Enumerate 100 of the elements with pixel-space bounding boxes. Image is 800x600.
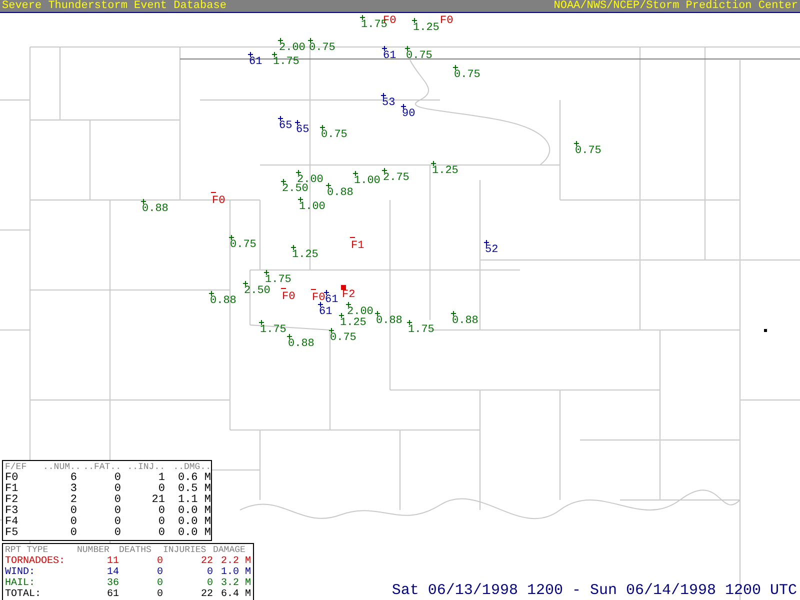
plus-marker-icon: [318, 302, 323, 307]
plus-marker-icon: [326, 183, 331, 188]
table-cell-text: 0: [156, 556, 163, 567]
table-cell-text: HAIL:: [5, 578, 36, 589]
plus-marker-icon: [324, 290, 329, 295]
table-cell-text: 36: [106, 578, 119, 589]
table-cell-text: 2.2 M: [220, 556, 251, 567]
tornado-marker-icon: [350, 237, 355, 238]
table-cell-text: 0: [157, 506, 165, 517]
table-cell-text: 2: [69, 495, 77, 506]
table-cell-text: 1.1 M: [176, 495, 211, 506]
hail-report-label: 0.75: [454, 70, 480, 81]
table-cell-text: 0: [69, 506, 77, 517]
plus-marker-icon: [382, 46, 387, 51]
plus-marker-icon: [308, 38, 313, 43]
plus-marker-icon: [229, 235, 234, 240]
table-cell-text: 0: [206, 578, 213, 589]
plus-marker-icon: [574, 141, 579, 146]
plus-marker-icon: [339, 313, 344, 318]
column-header: ..NUM..: [43, 462, 77, 472]
time-period-label: Sat 06/13/1998 1200 - Sun 06/14/1998 1200 UTC: [392, 582, 797, 599]
wind-report-label: 61: [383, 51, 396, 62]
plus-marker-icon: [382, 168, 387, 173]
table-cell-text: 0: [113, 528, 121, 539]
table-cell-text: 0: [113, 517, 121, 528]
table-cell-text: F0: [5, 473, 20, 484]
table-cell-text: 11: [106, 556, 119, 567]
table-cell-text: 0.0 M: [176, 506, 211, 517]
table-cell-text: 0: [113, 495, 121, 506]
plus-marker-icon: [264, 270, 269, 275]
hail-report-label: 0.75: [575, 146, 602, 157]
table-cell-text: 0.5 M: [176, 484, 211, 495]
hail-report-label: 1.75: [260, 325, 286, 336]
hail-report-label: 0.88: [210, 296, 236, 307]
source-label: NOAA/NWS/NCEP/Storm Prediction Center: [554, 0, 798, 12]
table-cell-text: 21: [150, 495, 165, 506]
table-cell-text: 0: [69, 528, 77, 539]
table-cell-text: 0: [157, 517, 165, 528]
plus-marker-icon: [320, 125, 325, 130]
hail-report-label: 2.50: [282, 184, 308, 195]
plus-marker-icon: [278, 38, 283, 43]
table-cell-text: 0: [157, 528, 165, 539]
table-cell-text: 0.6 M: [176, 473, 211, 484]
table-cell-text: 0: [113, 484, 121, 495]
plus-marker-icon: [272, 52, 277, 57]
plus-marker-icon: [453, 65, 458, 70]
tornado-marker-icon: [341, 285, 346, 290]
plus-marker-icon: [346, 302, 351, 307]
hail-report-label: 0.88: [288, 339, 314, 350]
column-header: F/EF: [5, 462, 28, 472]
hail-report-label: 1.25: [340, 318, 366, 329]
table-cell-text: F3: [5, 506, 20, 517]
hail-report-label: 2.50: [244, 286, 270, 297]
tornado-report-label: F0: [282, 292, 296, 303]
hail-report-label: 2.75: [383, 173, 410, 184]
plus-marker-icon: [405, 46, 410, 51]
hail-report-label: 1.75: [408, 325, 434, 336]
hail-report-label: 0.88: [327, 188, 354, 199]
plus-marker-icon: [407, 320, 412, 325]
plus-marker-icon: [209, 291, 214, 296]
table-cell-text: F4: [5, 517, 20, 528]
tornado-report-label: F0: [312, 293, 326, 304]
plus-marker-icon: [353, 171, 358, 176]
hail-report-label: 2.00: [347, 307, 374, 318]
plus-marker-icon: [243, 281, 248, 286]
tornado-report-label: F0: [212, 196, 226, 207]
table-cell-text: 3.2 M: [220, 578, 251, 589]
column-header: RPT TYPE: [5, 545, 50, 556]
hail-report-label: 0.75: [309, 43, 336, 54]
wind-report-label: 65: [279, 121, 292, 132]
hail-report-label: 1.25: [413, 23, 440, 34]
wind-report-label: 65: [296, 125, 310, 136]
plus-marker-icon: [248, 52, 253, 57]
wind-report-label: 61: [319, 307, 332, 318]
plus-marker-icon: [295, 120, 300, 125]
plus-marker-icon: [298, 197, 303, 202]
hail-report-label: 0.88: [142, 204, 168, 215]
tornado-report-label: F0: [440, 16, 454, 27]
table-cell-text: 22: [200, 556, 213, 567]
table-cell-text: 6.4 M: [220, 589, 251, 600]
column-header: DAMAGE: [213, 545, 246, 556]
table-cell-text: 14: [106, 567, 119, 578]
wind-report-label: 61: [325, 295, 338, 306]
wind-report-label: 52: [485, 245, 498, 256]
hail-report-label: 1.00: [299, 202, 326, 213]
table-cell-text: 61: [106, 589, 119, 600]
plus-marker-icon: [360, 15, 365, 20]
wind-report-label: 53: [382, 98, 396, 109]
plus-marker-icon: [296, 170, 301, 175]
plus-marker-icon: [329, 328, 334, 333]
table-cell-text: F1: [5, 484, 20, 495]
hail-report-label: 0.75: [406, 51, 432, 62]
table-cell-text: 0: [206, 567, 213, 578]
hail-report-label: 1.75: [273, 57, 300, 68]
plus-marker-icon: [291, 245, 296, 250]
plus-marker-icon: [141, 199, 146, 204]
table-cell-text: 1: [157, 473, 165, 484]
column-header: ..INJ..: [126, 462, 165, 472]
plus-marker-icon: [381, 93, 386, 98]
column-header: INJURIES: [163, 545, 208, 556]
